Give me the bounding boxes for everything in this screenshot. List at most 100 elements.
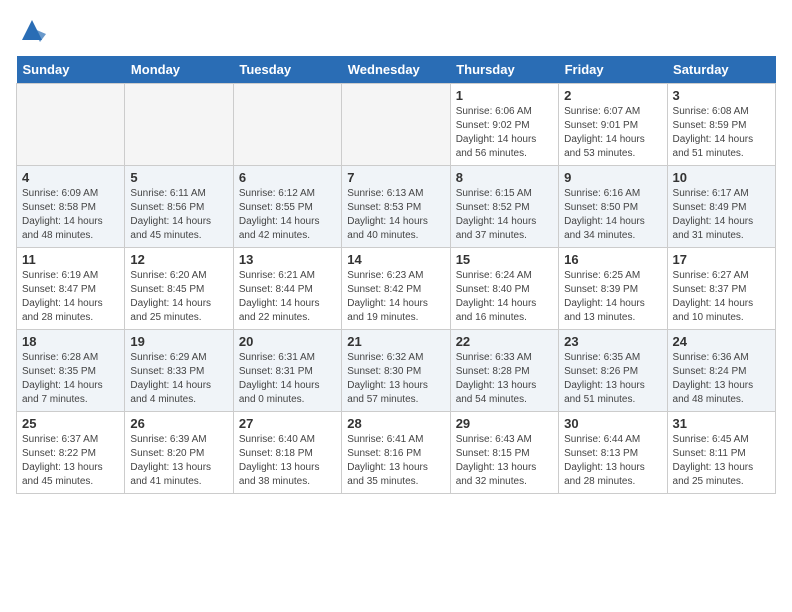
day-number: 27 [239, 416, 336, 431]
weekday-header-tuesday: Tuesday [233, 56, 341, 84]
day-info: Sunrise: 6:20 AM Sunset: 8:45 PM Dayligh… [130, 269, 227, 325]
day-info: Sunrise: 6:31 AM Sunset: 8:31 PM Dayligh… [239, 351, 336, 407]
day-number: 13 [239, 252, 336, 267]
calendar-cell: 14Sunrise: 6:23 AM Sunset: 8:42 PM Dayli… [342, 248, 450, 330]
calendar-cell: 23 Sunrise: 6:35 AM Sunset: 8:26 PM Dayli… [559, 330, 667, 412]
calendar-week-row: 1 Sunrise: 6:06 AM Sunset: 9:02 PM Daylig… [17, 84, 776, 166]
calendar-cell [17, 84, 125, 166]
day-info: Sunrise: 6:21 AM Sunset: 8:44 PM Dayligh… [239, 269, 336, 325]
calendar-cell: 16 Sunrise: 6:25 AM Sunset: 8:39 PM Dayli… [559, 248, 667, 330]
day-number: 12 [130, 252, 227, 267]
calendar-header-row: SundayMondayTuesdayWednesdayThursdayFrid… [17, 56, 776, 84]
day-info: Sunrise: 6:19 AM Sunset: 8:47 PM Dayligh… [22, 269, 119, 325]
day-number: 14 [347, 252, 444, 267]
weekday-header-wednesday: Wednesday [342, 56, 450, 84]
calendar-cell: 12 Sunrise: 6:20 AM Sunset: 8:45 PM Dayli… [125, 248, 233, 330]
day-number: 19 [130, 334, 227, 349]
calendar-week-row: 11 Sunrise: 6:19 AM Sunset: 8:47 PM Dayli… [17, 248, 776, 330]
calendar-cell [342, 84, 450, 166]
day-number: 25 [22, 416, 119, 431]
calendar-cell: 28 Sunrise: 6:41 AM Sunset: 8:16 PM Dayli… [342, 412, 450, 494]
calendar-cell: 5 Sunrise: 6:11 AM Sunset: 8:56 PM Daylig… [125, 166, 233, 248]
logo [16, 16, 46, 44]
day-number: 26 [130, 416, 227, 431]
day-number: 10 [673, 170, 770, 185]
day-number: 5 [130, 170, 227, 185]
weekday-header-thursday: Thursday [450, 56, 558, 84]
calendar-cell: 30Sunrise: 6:44 AM Sunset: 8:13 PM Dayli… [559, 412, 667, 494]
day-number: 8 [456, 170, 553, 185]
day-number: 2 [564, 88, 661, 103]
weekday-header-sunday: Sunday [17, 56, 125, 84]
calendar-cell: 31 Sunrise: 6:45 AM Sunset: 8:11 PM Dayli… [667, 412, 775, 494]
day-number: 17 [673, 252, 770, 267]
day-info: Sunrise: 6:27 AM Sunset: 8:37 PM Dayligh… [673, 269, 770, 325]
calendar-week-row: 4 Sunrise: 6:09 AM Sunset: 8:58 PM Daylig… [17, 166, 776, 248]
day-info: Sunrise: 6:13 AM Sunset: 8:53 PM Dayligh… [347, 187, 444, 243]
day-info: Sunrise: 6:09 AM Sunset: 8:58 PM Dayligh… [22, 187, 119, 243]
calendar-cell: 18 Sunrise: 6:28 AM Sunset: 8:35 PM Dayli… [17, 330, 125, 412]
day-number: 21 [347, 334, 444, 349]
day-info: Sunrise: 6:43 AM Sunset: 8:15 PM Dayligh… [456, 433, 553, 489]
logo-icon [18, 16, 46, 44]
day-info: Sunrise: 6:12 AM Sunset: 8:55 PM Dayligh… [239, 187, 336, 243]
calendar-cell: 19Sunrise: 6:29 AM Sunset: 8:33 PM Dayli… [125, 330, 233, 412]
weekday-header-saturday: Saturday [667, 56, 775, 84]
day-number: 28 [347, 416, 444, 431]
calendar-cell: 15Sunrise: 6:24 AM Sunset: 8:40 PM Dayli… [450, 248, 558, 330]
calendar-cell: 27 Sunrise: 6:40 AM Sunset: 8:18 PM Dayli… [233, 412, 341, 494]
calendar-cell: 11 Sunrise: 6:19 AM Sunset: 8:47 PM Dayli… [17, 248, 125, 330]
day-info: Sunrise: 6:41 AM Sunset: 8:16 PM Dayligh… [347, 433, 444, 489]
day-number: 15 [456, 252, 553, 267]
calendar-week-row: 18 Sunrise: 6:28 AM Sunset: 8:35 PM Dayli… [17, 330, 776, 412]
calendar-cell: 24 Sunrise: 6:36 AM Sunset: 8:24 PM Dayli… [667, 330, 775, 412]
day-info: Sunrise: 6:44 AM Sunset: 8:13 PM Dayligh… [564, 433, 661, 489]
calendar-cell: 2 Sunrise: 6:07 AM Sunset: 9:01 PM Daylig… [559, 84, 667, 166]
day-info: Sunrise: 6:28 AM Sunset: 8:35 PM Dayligh… [22, 351, 119, 407]
day-info: Sunrise: 6:08 AM Sunset: 8:59 PM Dayligh… [673, 105, 770, 161]
weekday-header-monday: Monday [125, 56, 233, 84]
day-number: 31 [673, 416, 770, 431]
day-number: 11 [22, 252, 119, 267]
day-number: 29 [456, 416, 553, 431]
day-info: Sunrise: 6:07 AM Sunset: 9:01 PM Dayligh… [564, 105, 661, 161]
day-number: 18 [22, 334, 119, 349]
day-number: 1 [456, 88, 553, 103]
day-info: Sunrise: 6:16 AM Sunset: 8:50 PM Dayligh… [564, 187, 661, 243]
calendar-table: SundayMondayTuesdayWednesdayThursdayFrid… [16, 56, 776, 494]
day-info: Sunrise: 6:35 AM Sunset: 8:26 PM Dayligh… [564, 351, 661, 407]
day-info: Sunrise: 6:06 AM Sunset: 9:02 PM Dayligh… [456, 105, 553, 161]
calendar-cell: 10Sunrise: 6:17 AM Sunset: 8:49 PM Dayli… [667, 166, 775, 248]
day-info: Sunrise: 6:39 AM Sunset: 8:20 PM Dayligh… [130, 433, 227, 489]
day-number: 7 [347, 170, 444, 185]
day-number: 16 [564, 252, 661, 267]
page-header [16, 16, 776, 44]
calendar-cell: 17 Sunrise: 6:27 AM Sunset: 8:37 PM Dayli… [667, 248, 775, 330]
day-number: 6 [239, 170, 336, 185]
day-number: 20 [239, 334, 336, 349]
day-number: 22 [456, 334, 553, 349]
day-number: 23 [564, 334, 661, 349]
day-info: Sunrise: 6:36 AM Sunset: 8:24 PM Dayligh… [673, 351, 770, 407]
day-number: 3 [673, 88, 770, 103]
day-info: Sunrise: 6:37 AM Sunset: 8:22 PM Dayligh… [22, 433, 119, 489]
calendar-cell: 22 Sunrise: 6:33 AM Sunset: 8:28 PM Dayli… [450, 330, 558, 412]
day-info: Sunrise: 6:15 AM Sunset: 8:52 PM Dayligh… [456, 187, 553, 243]
day-number: 24 [673, 334, 770, 349]
calendar-cell: 3 Sunrise: 6:08 AM Sunset: 8:59 PM Daylig… [667, 84, 775, 166]
calendar-cell: 21 Sunrise: 6:32 AM Sunset: 8:30 PM Dayli… [342, 330, 450, 412]
day-info: Sunrise: 6:11 AM Sunset: 8:56 PM Dayligh… [130, 187, 227, 243]
day-number: 4 [22, 170, 119, 185]
calendar-cell: 6 Sunrise: 6:12 AM Sunset: 8:55 PM Daylig… [233, 166, 341, 248]
day-info: Sunrise: 6:32 AM Sunset: 8:30 PM Dayligh… [347, 351, 444, 407]
calendar-cell: 4 Sunrise: 6:09 AM Sunset: 8:58 PM Daylig… [17, 166, 125, 248]
calendar-cell: 8 Sunrise: 6:15 AM Sunset: 8:52 PM Daylig… [450, 166, 558, 248]
calendar-week-row: 25 Sunrise: 6:37 AM Sunset: 8:22 PM Dayli… [17, 412, 776, 494]
day-info: Sunrise: 6:33 AM Sunset: 8:28 PM Dayligh… [456, 351, 553, 407]
day-info: Sunrise: 6:25 AM Sunset: 8:39 PM Dayligh… [564, 269, 661, 325]
day-info: Sunrise: 6:45 AM Sunset: 8:11 PM Dayligh… [673, 433, 770, 489]
calendar-cell: 20 Sunrise: 6:31 AM Sunset: 8:31 PM Dayli… [233, 330, 341, 412]
calendar-cell: 26 Sunrise: 6:39 AM Sunset: 8:20 PM Dayli… [125, 412, 233, 494]
day-info: Sunrise: 6:40 AM Sunset: 8:18 PM Dayligh… [239, 433, 336, 489]
calendar-cell [233, 84, 341, 166]
